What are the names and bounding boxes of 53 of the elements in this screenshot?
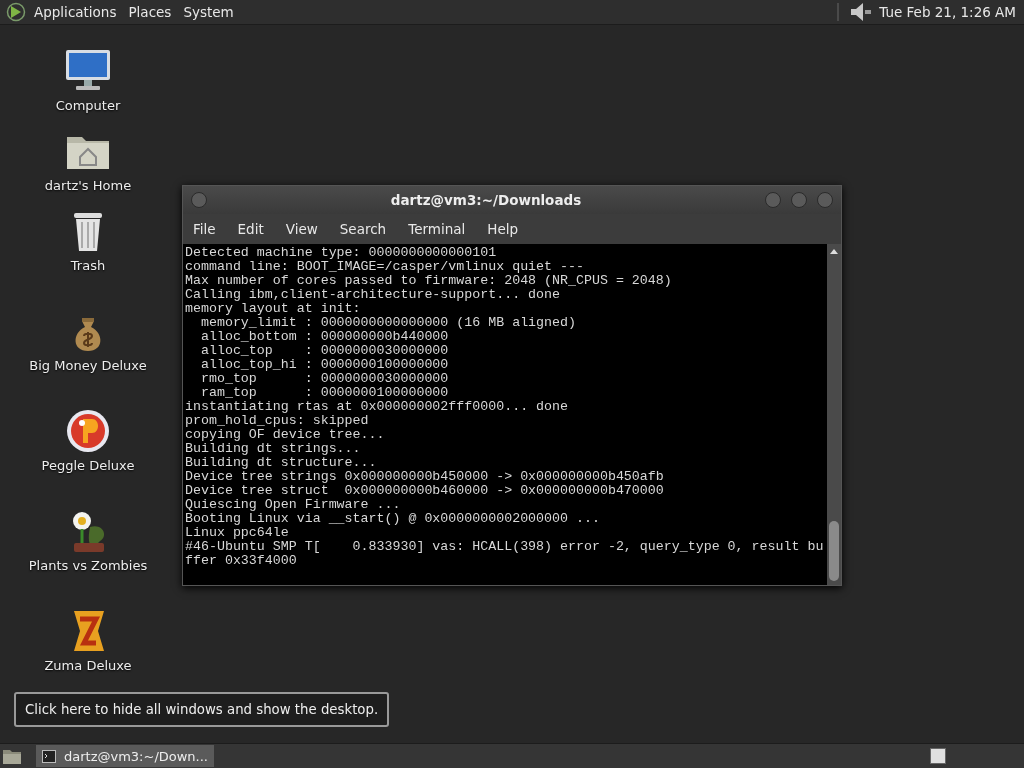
terminal-line: memory layout at init:	[185, 302, 361, 316]
terminal-line: Building dt strings...	[185, 442, 361, 456]
desktop-icon-label[interactable]: Computer	[55, 98, 121, 113]
terminal-line: Quiescing Open Firmware ...	[185, 498, 401, 512]
terminal-line: ffer 0x33f4000	[185, 554, 297, 568]
terminal-line: alloc_bottom : 000000000b440000	[199, 330, 449, 344]
terminal-line: Booting Linux via __start() @ 0x0000000002000000 ...	[185, 512, 600, 526]
terminal-line: alloc_top : 0000000030000000	[199, 344, 449, 358]
terminal-line: #46-Ubuntu SMP T[ 0.833930] vas: HCALL(398) error -2, query_type 0, result bu	[185, 540, 824, 554]
window-title: dartz@vm3:~/Downloads	[389, 192, 583, 208]
menu-item[interactable]: Edit	[237, 221, 264, 237]
terminal-line: Calling ibm,client-architecture-support... done	[185, 288, 561, 302]
terminal-line: rmo_top : 0000000030000000	[199, 372, 449, 386]
desktop-icon-label[interactable]: Big Money Deluxe	[29, 358, 147, 373]
panel-menu[interactable]: System	[183, 4, 234, 20]
scrollbar[interactable]	[827, 244, 841, 585]
terminal-line: prom_hold_cpus: skipped	[185, 414, 369, 428]
terminal-line: Device tree struct 0x000000000b460000 -> 0x000000000b470000	[185, 484, 664, 498]
panel-menu[interactable]: Applications	[34, 4, 117, 20]
terminal-line: Detected machine type: 0000000000000101	[185, 246, 497, 260]
terminal-line: alloc_top_hi : 0000000100000000	[199, 358, 449, 372]
show-desktop-icon[interactable]	[2, 747, 22, 765]
terminal-line: ram_top : 0000000100000000	[199, 386, 449, 400]
clock[interactable]: Tue Feb 21, 1:26 AM	[879, 4, 1016, 20]
desktop-icon-label[interactable]: dartz's Home	[44, 178, 132, 193]
menu-item[interactable]: Search	[339, 221, 387, 237]
menu-item[interactable]: Help	[487, 221, 519, 237]
menu-item[interactable]: View	[285, 221, 318, 237]
desktop-icon-label[interactable]: Trash	[70, 258, 106, 273]
menu-item[interactable]: File	[193, 221, 216, 237]
menu-item[interactable]: Terminal	[408, 221, 466, 237]
workspace-switcher[interactable]	[930, 748, 946, 764]
terminal-line: memory_limit : 0000000000000000 (16 MB aligned)	[199, 316, 576, 330]
terminal-line: Device tree strings 0x000000000b450000 -> 0x000000000b450afb	[185, 470, 664, 484]
tooltip: Click here to hide all windows and show the desktop.	[14, 692, 390, 727]
ball-icon[interactable]	[64, 407, 112, 455]
terminal-line: instantiating rtas at 0x000000002fff0000... done	[185, 400, 568, 414]
scroll-up-icon[interactable]	[830, 249, 838, 254]
scrollbar-thumb[interactable]	[829, 521, 839, 581]
desktop-icon-label[interactable]: Zuma Deluxe	[44, 658, 132, 673]
terminal-icon	[42, 749, 56, 763]
handle-icon	[835, 3, 842, 21]
panel-menu[interactable]: Places	[128, 4, 172, 20]
desktop-icon-label[interactable]: Plants vs Zombies	[28, 558, 148, 573]
desktop-icon-label[interactable]: Peggle Deluxe	[41, 458, 135, 473]
terminal-line: copying OF device tree...	[185, 428, 385, 442]
terminal-line: Building dt structure...	[185, 456, 377, 470]
menu-logo-icon[interactable]	[6, 2, 26, 22]
volume-icon[interactable]	[849, 1, 874, 23]
terminal-line: command line: BOOT_IMAGE=/casper/vmlinux quiet ---	[185, 260, 584, 274]
task-button[interactable]: dartz@vm3:~/Down...	[36, 745, 214, 767]
terminal-line: Linux ppc64le	[185, 526, 289, 540]
terminal-line: Max number of cores passed to firmware: 2048 (NR_CPUS = 2048)	[185, 274, 672, 288]
